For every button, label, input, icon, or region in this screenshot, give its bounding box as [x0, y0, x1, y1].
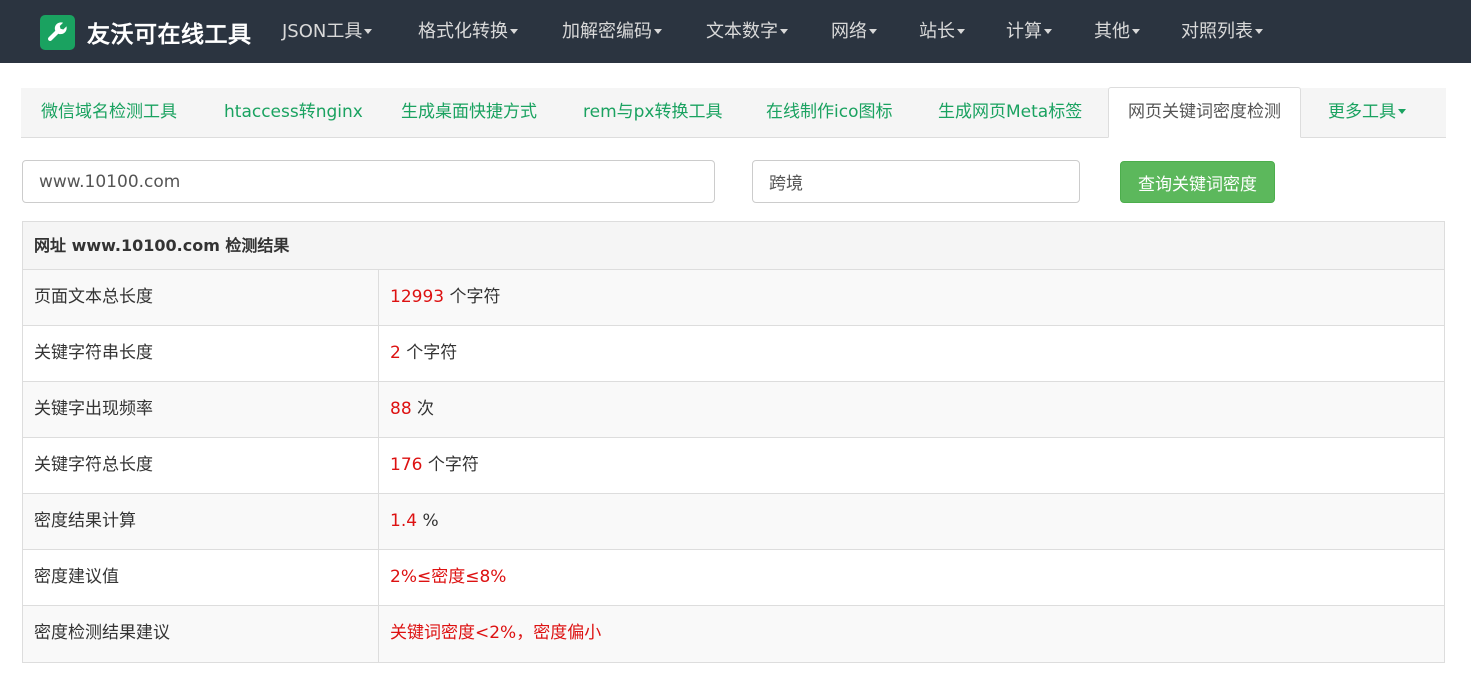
- nav-item-label: JSON工具: [282, 21, 363, 42]
- row-value-cell: 12993 个字符: [379, 270, 1444, 325]
- top-navbar: 友沃可在线工具 JSON工具 格式化转换 加解密编码 文本数字 网络 站长 计算…: [0, 0, 1471, 63]
- row-unit: 个字符: [444, 287, 501, 307]
- row-label: 关键字符串长度: [23, 326, 379, 381]
- caret-down-icon: [869, 28, 877, 34]
- wrench-icon: [40, 14, 75, 50]
- row-value-cell: 176 个字符: [379, 438, 1444, 493]
- tab-desktop-shortcut[interactable]: 生成桌面快捷方式: [401, 88, 537, 137]
- caret-down-icon: [364, 28, 373, 34]
- tab-wechat-domain[interactable]: 微信域名检测工具: [41, 88, 177, 137]
- nav-item-label: 格式化转换: [418, 21, 508, 42]
- caret-down-icon: [1132, 28, 1140, 34]
- nav-item-calc[interactable]: 计算: [1006, 0, 1052, 63]
- row-value: 1.4: [390, 511, 418, 531]
- row-value-cell: 关键词密度<2%，密度偏小: [379, 606, 1444, 662]
- nav-item-json[interactable]: JSON工具: [282, 0, 373, 63]
- row-unit: 次: [411, 399, 435, 419]
- row-value-cell: 2 个字符: [379, 326, 1444, 381]
- row-value: 2: [390, 343, 401, 363]
- row-value: 176: [390, 455, 423, 475]
- row-label: 密度建议值: [23, 550, 379, 605]
- url-input[interactable]: [22, 160, 715, 203]
- tab-rem-px[interactable]: rem与px转换工具: [583, 88, 723, 137]
- nav-item-label: 文本数字: [706, 21, 778, 42]
- table-row: 关键字符总长度 176 个字符: [23, 438, 1444, 494]
- nav-item-label: 网络: [831, 21, 867, 42]
- nav-item-webmaster[interactable]: 站长: [919, 0, 965, 63]
- nav-item-label: 其他: [1094, 21, 1130, 42]
- tab-more-label: 更多工具: [1328, 102, 1396, 122]
- row-label: 关键字符总长度: [23, 438, 379, 493]
- row-value-cell: 88 次: [379, 382, 1444, 437]
- table-row: 密度建议值 2%≤密度≤8%: [23, 550, 1444, 606]
- caret-down-icon: [780, 28, 788, 34]
- row-value-cell: 1.4 %: [379, 494, 1444, 549]
- nav-item-label: 对照列表: [1181, 21, 1253, 42]
- row-unit: 个字符: [400, 343, 458, 363]
- tab-htaccess-nginx[interactable]: htaccess转nginx: [224, 88, 363, 137]
- row-label: 密度结果计算: [23, 494, 379, 549]
- nav-item-encode[interactable]: 加解密编码: [562, 0, 662, 63]
- nav-item-other[interactable]: 其他: [1094, 0, 1140, 63]
- tool-tabs: 微信域名检测工具 htaccess转nginx 生成桌面快捷方式 rem与px转…: [21, 87, 1446, 138]
- row-value: 12993: [390, 287, 445, 307]
- row-unit: 个字符: [422, 455, 479, 475]
- brand[interactable]: 友沃可在线工具: [40, 14, 252, 50]
- nav-item-label: 加解密编码: [562, 21, 652, 42]
- caret-down-icon: [654, 28, 662, 34]
- tab-ico-maker[interactable]: 在线制作ico图标: [766, 88, 892, 137]
- caret-down-icon: [1255, 28, 1263, 34]
- row-value-cell: 2%≤密度≤8%: [379, 550, 1444, 605]
- nav-item-label: 站长: [919, 21, 955, 42]
- row-value: 关键词密度<2%，密度偏小: [390, 623, 602, 643]
- keyword-input[interactable]: [752, 160, 1080, 203]
- table-row: 密度结果计算 1.4 %: [23, 494, 1444, 550]
- row-label: 页面文本总长度: [23, 270, 379, 325]
- result-header: 网址 www.10100.com 检测结果: [23, 222, 1444, 270]
- caret-down-icon: [957, 28, 965, 34]
- nav-item-label: 计算: [1006, 21, 1042, 42]
- row-label: 密度检测结果建议: [23, 606, 379, 662]
- caret-down-icon: [1044, 28, 1052, 34]
- table-row: 页面文本总长度 12993 个字符: [23, 270, 1444, 326]
- tab-meta-tags[interactable]: 生成网页Meta标签: [938, 88, 1082, 137]
- table-row: 关键字符串长度 2 个字符: [23, 326, 1444, 382]
- nav-item-reference[interactable]: 对照列表: [1181, 0, 1263, 63]
- result-table: 网址 www.10100.com 检测结果 页面文本总长度 12993 个字符 …: [22, 221, 1445, 663]
- nav-item-text[interactable]: 文本数字: [706, 0, 788, 63]
- row-value: 88: [390, 399, 412, 419]
- row-label: 关键字出现频率: [23, 382, 379, 437]
- table-row: 密度检测结果建议 关键词密度<2%，密度偏小: [23, 606, 1444, 662]
- tab-keyword-density[interactable]: 网页关键词密度检测: [1108, 87, 1301, 138]
- query-density-button[interactable]: 查询关键词密度: [1120, 161, 1275, 203]
- nav-item-format[interactable]: 格式化转换: [418, 0, 518, 63]
- caret-down-icon: [1398, 108, 1406, 114]
- row-value: 2%≤密度≤8%: [390, 567, 507, 587]
- nav-item-network[interactable]: 网络: [831, 0, 877, 63]
- caret-down-icon: [510, 28, 518, 34]
- tab-more-tools[interactable]: 更多工具: [1328, 88, 1406, 137]
- brand-title: 友沃可在线工具: [87, 22, 252, 48]
- row-unit: %: [417, 511, 439, 531]
- table-row: 关键字出现频率 88 次: [23, 382, 1444, 438]
